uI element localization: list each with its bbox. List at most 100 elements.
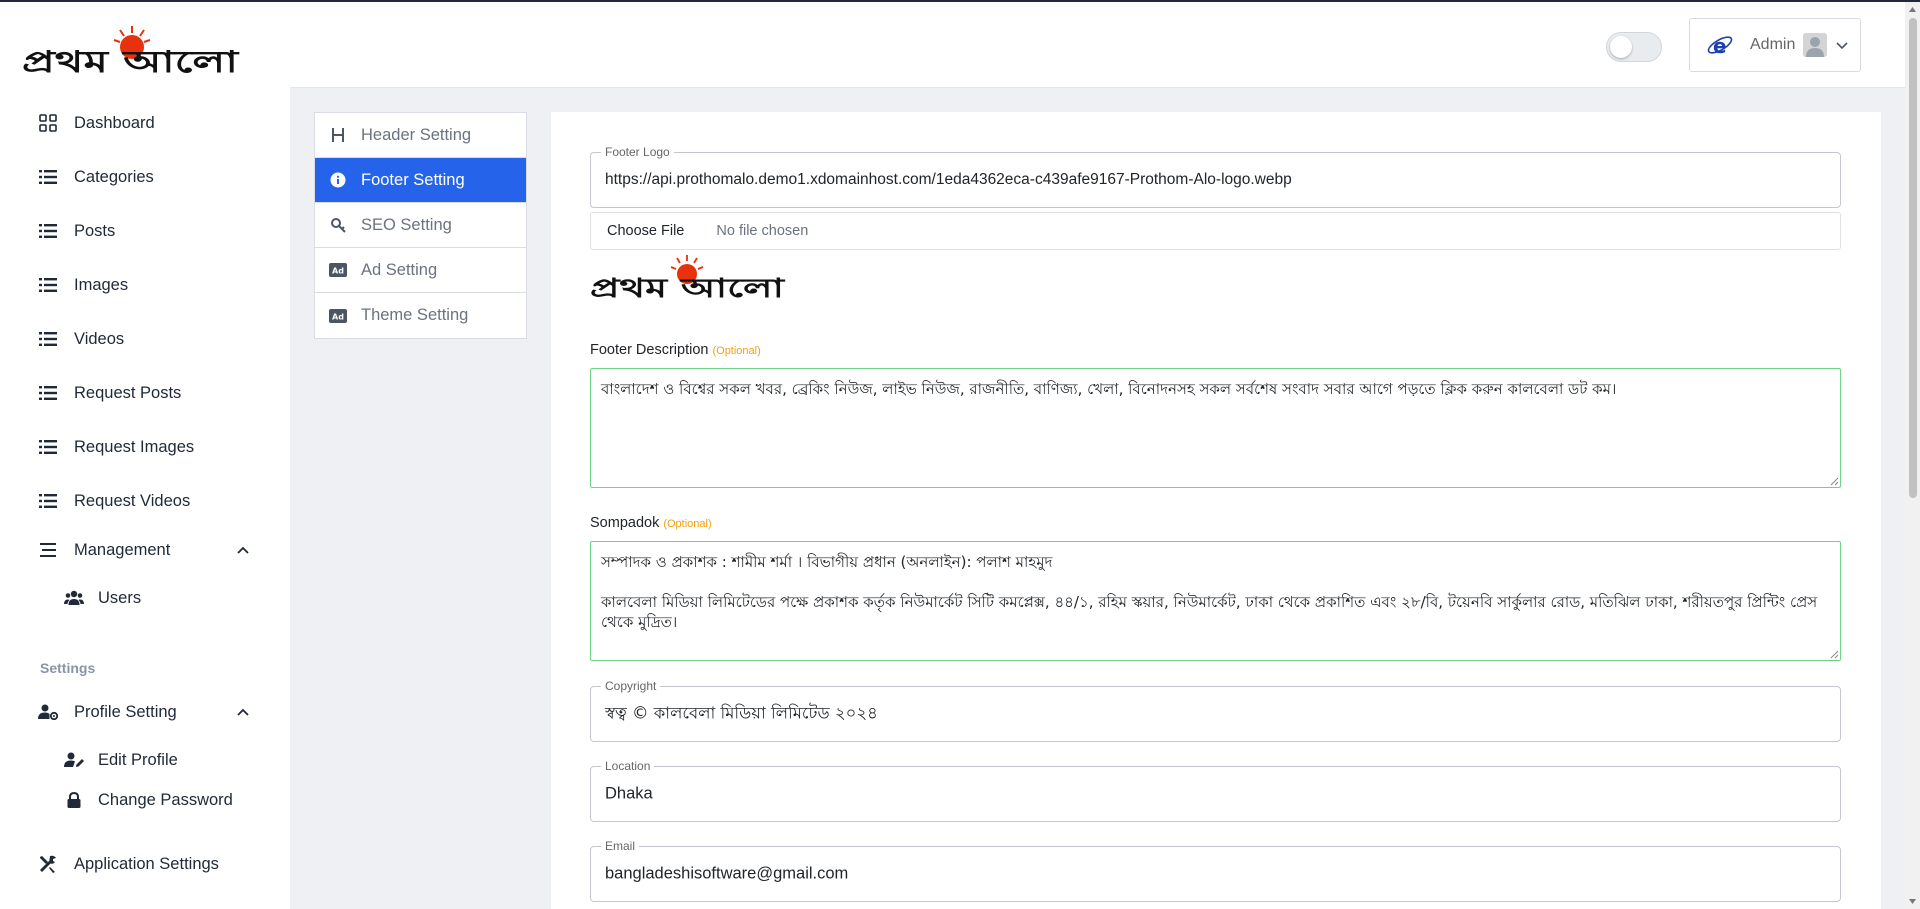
sidebar-item-label: Images — [74, 275, 129, 294]
svg-text:Ad: Ad — [332, 267, 344, 276]
sidebar-item-label: Posts — [74, 221, 116, 240]
sidebar-subitem-users[interactable]: Users — [64, 584, 141, 612]
chevron-down-icon — [1836, 42, 1848, 50]
svg-text:প্রথম আলো: প্রথম আলো — [590, 274, 786, 304]
sidebar-subitem-label: Change Password — [98, 790, 233, 809]
resize-grip-icon[interactable] — [1830, 650, 1839, 659]
page-scrollbar[interactable] — [1905, 2, 1920, 909]
textarea-line: কালবেলা মিডিয়া লিমিটেডের পক্ষে প্রকাশক … — [601, 593, 1818, 631]
sidebar-subitem-label: Users — [98, 588, 142, 607]
svg-text:প্রথম আলো: প্রথম আলো — [22, 45, 240, 80]
sidebar-item-label: Management — [74, 540, 171, 559]
list-icon — [38, 383, 58, 403]
list-icon — [38, 221, 58, 241]
file-status: No file chosen — [716, 223, 809, 239]
field-label: Footer Logo — [601, 145, 674, 159]
tab-label: Theme Setting — [361, 306, 469, 324]
location-field[interactable]: Location Dhaka — [590, 759, 1841, 822]
scroll-up-arrow-icon[interactable] — [1908, 5, 1917, 14]
textarea-value: বাংলাদেশ ও বিশ্বের সকল খবর, ব্রেকিং নিউজ… — [601, 380, 1617, 398]
tab-footer-setting[interactable]: Footer Setting — [315, 158, 526, 203]
sompadok-textarea[interactable]: সম্পাদক ও প্রকাশক : শামীম শর্মা । বিভাগী… — [590, 541, 1841, 661]
tab-seo-setting[interactable]: SEO Setting — [315, 203, 526, 248]
list-icon — [38, 275, 58, 295]
avatar — [1803, 33, 1828, 57]
scroll-down-arrow-icon[interactable] — [1908, 897, 1917, 906]
lock-icon — [64, 790, 84, 810]
tab-label: Ad Setting — [361, 260, 438, 279]
copyright-field[interactable]: Copyright স্বত্ব © কালবেলা মিডিয়া লিমিট… — [590, 679, 1841, 742]
user-gear-icon — [38, 702, 58, 722]
dark-mode-toggle[interactable] — [1606, 32, 1662, 62]
sidebar-item-profile-setting[interactable]: Profile Setting — [38, 697, 177, 727]
topbar: e Admin — [290, 2, 1920, 88]
sidebar-item-application-settings[interactable]: Application Settings — [38, 849, 219, 879]
browser-e-icon: e — [1707, 34, 1733, 58]
field-label: Location — [601, 759, 655, 773]
sidebar-item-posts[interactable]: Posts — [38, 216, 115, 246]
label-text: Sompadok — [590, 515, 660, 531]
list-icon — [38, 167, 58, 187]
field-value: স্বত্ব © কালবেলা মিডিয়া লিমিটেড ২০২৪ — [605, 703, 878, 723]
footer-logo-field[interactable]: Footer Logo https://api.prothomalo.demo1… — [590, 145, 1841, 208]
file-input[interactable]: Choose File No file chosen — [590, 212, 1841, 250]
sidebar-item-label: Application Settings — [74, 854, 219, 873]
resize-grip-icon[interactable] — [1830, 477, 1839, 486]
prothom-alo-logo[interactable]: প্রথম আলো — [22, 24, 240, 80]
sidebar-item-label: Profile Setting — [74, 702, 177, 721]
user-name: Admin — [1750, 36, 1796, 53]
grid-icon — [38, 113, 58, 133]
sidebar-item-videos[interactable]: Videos — [38, 324, 124, 354]
tab-header-setting[interactable]: Header Setting — [315, 113, 526, 158]
sidebar-subitem-label: Edit Profile — [98, 750, 178, 769]
sidebar-item-label: Categories — [74, 167, 154, 186]
label-text: Footer Description — [590, 342, 709, 358]
ad-icon: Ad — [329, 307, 347, 325]
sidebar-item-label: Request Posts — [74, 383, 182, 402]
field-value: Dhaka — [605, 784, 653, 803]
sidebar-item-label: Request Videos — [74, 491, 191, 510]
sidebar-item-management[interactable]: Management — [38, 535, 170, 565]
heading-icon — [329, 126, 347, 144]
field-value: https://api.prothomalo.demo1.xdomainhost… — [605, 171, 1292, 188]
optional-badge: (Optional) — [712, 345, 761, 357]
sidebar-item-label: Dashboard — [74, 113, 155, 132]
sidebar-item-request-videos[interactable]: Request Videos — [38, 486, 190, 516]
field-label: Email — [601, 839, 640, 853]
tab-theme-setting[interactable]: Ad Theme Setting — [315, 293, 526, 338]
optional-badge: (Optional) — [663, 518, 712, 530]
tab-label: SEO Setting — [361, 215, 452, 234]
sidebar-item-categories[interactable]: Categories — [38, 162, 154, 192]
sidebar-item-label: Request Images — [74, 437, 195, 456]
search-key-icon — [329, 216, 347, 234]
settings-tabs: Header Setting Footer Setting SEO Settin… — [314, 112, 527, 339]
info-icon — [329, 171, 347, 189]
tab-ad-setting[interactable]: Ad Ad Setting — [315, 248, 526, 293]
ad-icon: Ad — [329, 261, 347, 279]
list-icon — [38, 437, 58, 457]
chevron-up-icon[interactable] — [236, 543, 250, 557]
sidebar-item-request-images[interactable]: Request Images — [38, 432, 194, 462]
settings-section-title: Settings — [40, 660, 96, 676]
chevron-up-icon[interactable] — [236, 705, 250, 719]
user-menu[interactable]: e Admin — [1689, 18, 1861, 72]
tab-label: Header Setting — [361, 125, 472, 144]
choose-file-button[interactable]: Choose File — [591, 223, 716, 239]
tab-label: Footer Setting — [361, 170, 465, 189]
list-icon — [38, 329, 58, 349]
sidebar: প্রথম আলো Dashboard Categories Posts Ima… — [0, 2, 290, 909]
sidebar-item-request-posts[interactable]: Request Posts — [38, 378, 181, 408]
list-icon — [38, 491, 58, 511]
menu-icon — [38, 540, 58, 560]
footer-description-textarea[interactable]: বাংলাদেশ ও বিশ্বের সকল খবর, ব্রেকিং নিউজ… — [590, 368, 1841, 488]
sidebar-item-images[interactable]: Images — [38, 270, 128, 300]
svg-text:Ad: Ad — [332, 312, 344, 321]
sidebar-subitem-edit-profile[interactable]: Edit Profile — [64, 746, 178, 774]
email-field[interactable]: Email bangladeshisoftware@gmail.com — [590, 839, 1841, 902]
footer-logo-preview: প্রথম আলো — [590, 255, 786, 304]
sidebar-item-dashboard[interactable]: Dashboard — [38, 108, 155, 138]
sidebar-subitem-change-password[interactable]: Change Password — [64, 786, 233, 814]
footer-description-label: Footer Description (Optional) — [590, 342, 761, 358]
scrollbar-thumb[interactable] — [1909, 18, 1917, 498]
